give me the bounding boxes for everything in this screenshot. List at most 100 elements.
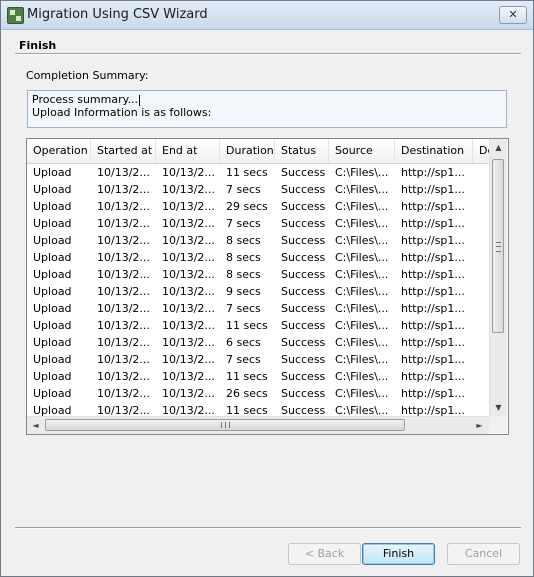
table-cell: 10/13/2...	[97, 285, 150, 298]
table-cell: Success	[281, 234, 326, 247]
column-header[interactable]: De	[473, 139, 489, 163]
table-row[interactable]: Upload 10/13/2... 10/13/2... 7 secs Success C…	[27, 215, 489, 232]
title-bar[interactable]: Migration Using CSV Wizard ✕	[1, 1, 533, 30]
table-cell: C:\Files\...	[335, 166, 389, 179]
table-cell: 8 secs	[226, 251, 261, 264]
table-row[interactable]: Upload 10/13/2... 10/13/2... 9 secs Success C…	[27, 283, 489, 300]
table-cell: C:\Files\...	[335, 387, 389, 400]
page-title: Finish	[19, 39, 57, 52]
table-cell: http://sp1...	[401, 166, 465, 179]
table-cell: Success	[281, 285, 326, 298]
column-header[interactable]: Destination	[395, 139, 473, 163]
table-cell: Upload	[33, 353, 72, 366]
scroll-right-arrow-icon[interactable]: ►	[471, 417, 488, 434]
close-icon: ✕	[508, 8, 518, 21]
vertical-scrollbar[interactable]: ▲ ▼	[489, 139, 507, 416]
scroll-left-arrow-icon[interactable]: ◄	[27, 417, 44, 434]
table-cell: 10/13/2...	[97, 319, 150, 332]
table-cell: 7 secs	[226, 217, 261, 230]
table-cell: 10/13/2...	[162, 166, 215, 179]
table-cell: 10/13/2...	[97, 183, 150, 196]
table-row[interactable]: Upload 10/13/2... 10/13/2... 11 secs Success…	[27, 368, 489, 385]
table-cell: 10/13/2...	[162, 387, 215, 400]
table-cell: 10/13/2...	[97, 336, 150, 349]
table-cell: 10/13/2...	[97, 234, 150, 247]
table-cell: http://sp1...	[401, 336, 465, 349]
table-cell: 10/13/2...	[97, 268, 150, 281]
table-cell: http://sp1...	[401, 302, 465, 315]
table-cell: C:\Files\...	[335, 234, 389, 247]
column-header[interactable]: Status	[275, 139, 329, 163]
app-icon	[7, 7, 24, 24]
table-cell: 10/13/2...	[97, 387, 150, 400]
table-cell: 10/13/2...	[162, 404, 215, 416]
table-cell: Upload	[33, 319, 72, 332]
table-row[interactable]: Upload 10/13/2... 10/13/2... 29 secs Success…	[27, 198, 489, 215]
header-divider	[15, 53, 521, 55]
table-cell: http://sp1...	[401, 234, 465, 247]
table-row[interactable]: Upload 10/13/2... 10/13/2... 11 secs Success…	[27, 402, 489, 416]
table-cell: C:\Files\...	[335, 183, 389, 196]
table-cell: 7 secs	[226, 353, 261, 366]
back-button[interactable]: < Back	[288, 543, 361, 565]
scroll-up-arrow-icon[interactable]: ▲	[490, 139, 507, 156]
table-cell: C:\Files\...	[335, 200, 389, 213]
scroll-down-arrow-icon[interactable]: ▼	[490, 399, 507, 416]
horizontal-scroll-thumb[interactable]	[45, 419, 405, 431]
table-cell: 10/13/2...	[97, 200, 150, 213]
table-cell: Upload	[33, 336, 72, 349]
table-cell: 8 secs	[226, 268, 261, 281]
table-row[interactable]: Upload 10/13/2... 10/13/2... 8 secs Success C…	[27, 232, 489, 249]
table-row[interactable]: Upload 10/13/2... 10/13/2... 8 secs Success C…	[27, 249, 489, 266]
horizontal-scrollbar[interactable]: ◄ ►	[27, 416, 489, 434]
finish-button[interactable]: Finish	[362, 543, 435, 565]
summary-line: Upload Information is as follows:	[32, 106, 212, 119]
table-cell: Success	[281, 302, 326, 315]
table-cell: 10/13/2...	[162, 285, 215, 298]
table-cell: 10/13/2...	[162, 183, 215, 196]
table-cell: 10/13/2...	[97, 353, 150, 366]
column-header[interactable]: Started at	[91, 139, 156, 163]
table-cell: Upload	[33, 404, 72, 416]
table-cell: 11 secs	[226, 166, 268, 179]
table-row[interactable]: Upload 10/13/2... 10/13/2... 6 secs Success C…	[27, 334, 489, 351]
table-cell: 10/13/2...	[162, 251, 215, 264]
table-row[interactable]: Upload 10/13/2... 10/13/2... 7 secs Success C…	[27, 181, 489, 198]
table-cell: 10/13/2...	[162, 217, 215, 230]
table-row[interactable]: Upload 10/13/2... 10/13/2... 11 secs Success…	[27, 164, 489, 181]
table-cell: http://sp1...	[401, 370, 465, 383]
table-row[interactable]: Upload 10/13/2... 10/13/2... 8 secs Success C…	[27, 266, 489, 283]
table-cell: http://sp1...	[401, 217, 465, 230]
table-cell: 11 secs	[226, 370, 268, 383]
column-header[interactable]: End at	[156, 139, 220, 163]
table-row[interactable]: Upload 10/13/2... 10/13/2... 26 secs Success…	[27, 385, 489, 402]
table-cell: http://sp1...	[401, 183, 465, 196]
table-cell: C:\Files\...	[335, 268, 389, 281]
table-cell: Upload	[33, 387, 72, 400]
table-row[interactable]: Upload 10/13/2... 10/13/2... 11 secs Success…	[27, 317, 489, 334]
close-button[interactable]: ✕	[499, 6, 527, 24]
table-cell: Upload	[33, 183, 72, 196]
upload-results-list[interactable]: Operation Started at End at Duration Status S…	[26, 138, 509, 435]
column-header[interactable]: Duration	[220, 139, 275, 163]
table-cell: 10/13/2...	[162, 234, 215, 247]
table-cell: Success	[281, 336, 326, 349]
text-caret	[139, 94, 141, 106]
table-cell: C:\Files\...	[335, 285, 389, 298]
table-cell: 7 secs	[226, 302, 261, 315]
table-cell: http://sp1...	[401, 404, 465, 416]
table-cell: Upload	[33, 268, 72, 281]
table-row[interactable]: Upload 10/13/2... 10/13/2... 7 secs Success C…	[27, 351, 489, 368]
column-header[interactable]: Operation	[27, 139, 91, 163]
summary-textbox[interactable]: Process summary... Upload Information is…	[27, 90, 507, 128]
table-cell: Success	[281, 404, 326, 416]
cancel-button[interactable]: Cancel	[447, 543, 520, 565]
table-cell: Success	[281, 217, 326, 230]
table-cell: Upload	[33, 166, 72, 179]
table-cell: 10/13/2...	[162, 336, 215, 349]
table-cell: Upload	[33, 370, 72, 383]
column-header[interactable]: Source	[329, 139, 395, 163]
vertical-scroll-thumb[interactable]	[492, 159, 504, 333]
table-row[interactable]: Upload 10/13/2... 10/13/2... 7 secs Success C…	[27, 300, 489, 317]
table-cell: Success	[281, 200, 326, 213]
